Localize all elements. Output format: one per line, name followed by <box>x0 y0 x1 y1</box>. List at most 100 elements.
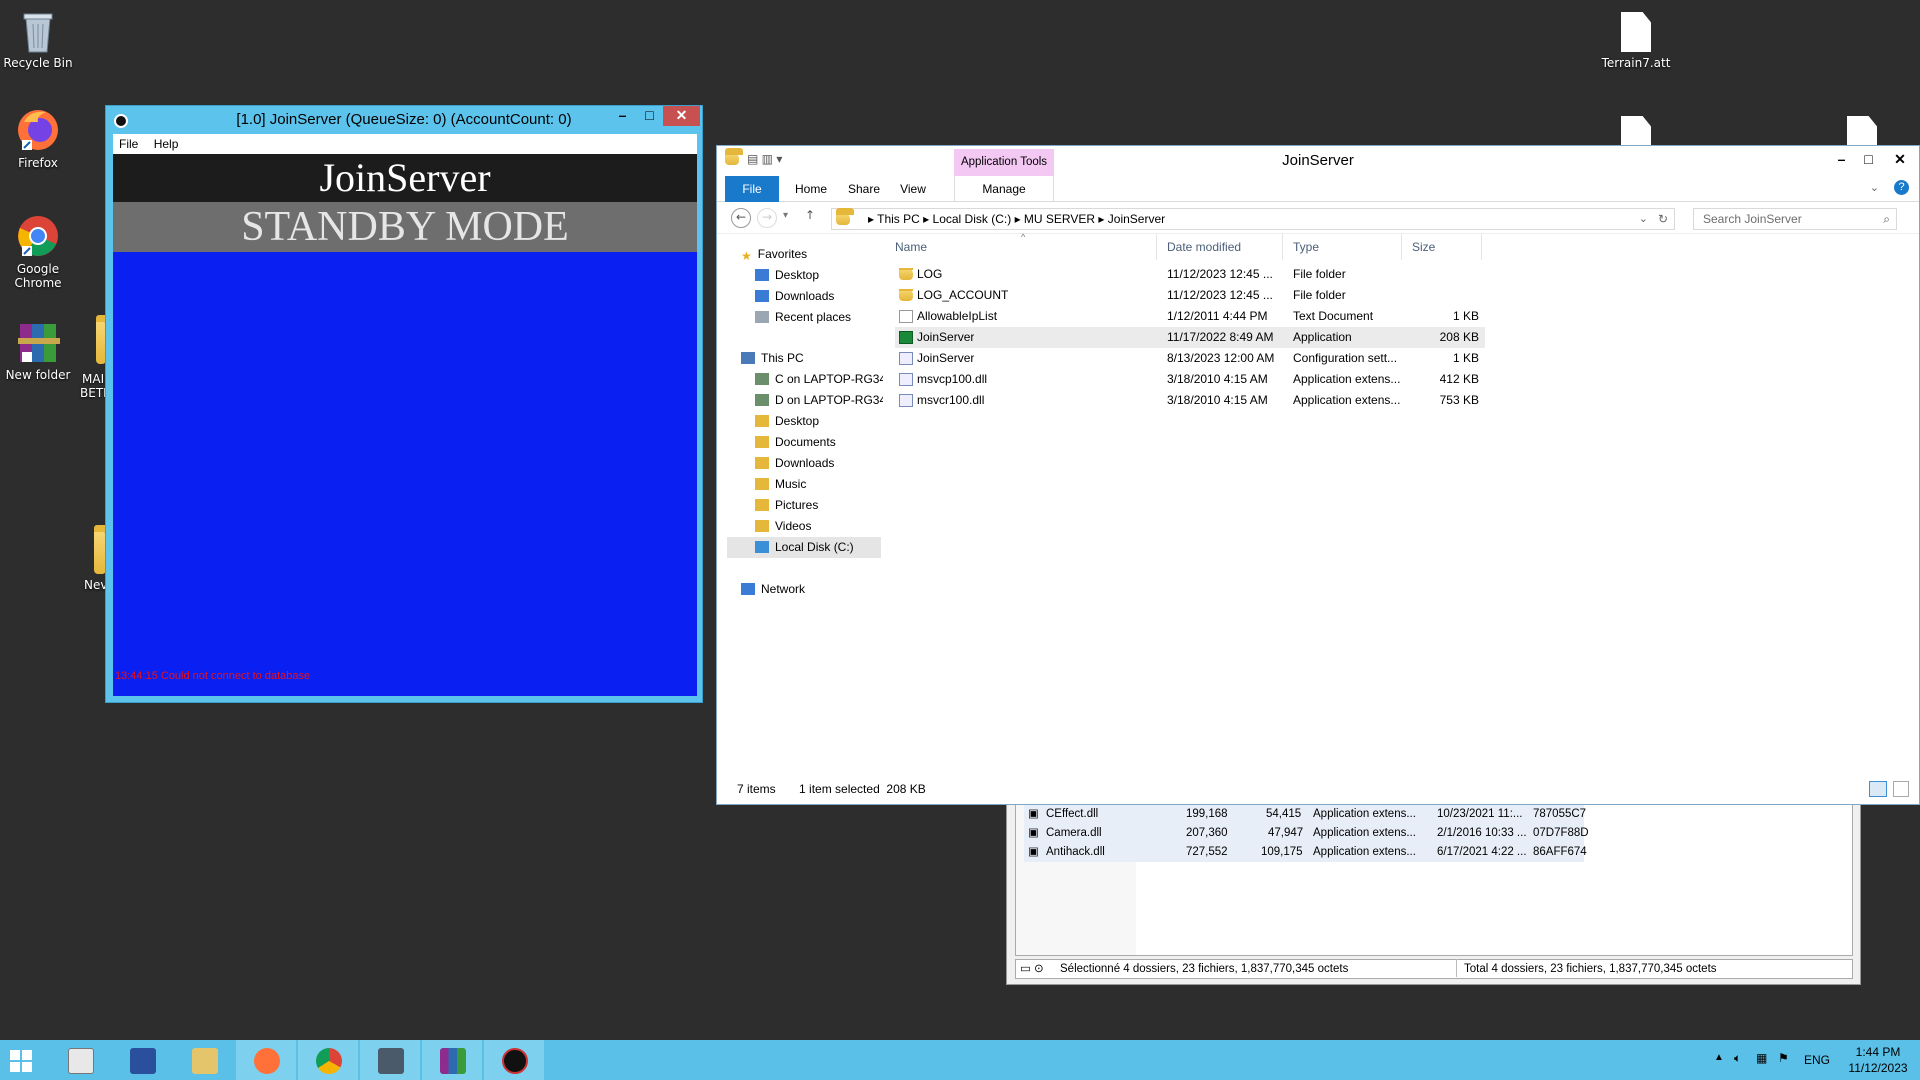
nav-item-videos[interactable]: Videos <box>755 516 811 537</box>
search-icon[interactable]: ⌕ <box>1883 209 1890 229</box>
taskbar-server-manager[interactable] <box>50 1040 110 1080</box>
folder-icon <box>755 520 769 532</box>
explorer-window[interactable]: ▤ ▥ ▾ Application Tools JoinServer – □ ✕… <box>716 145 1920 805</box>
desktop-icon-recycle-bin[interactable]: Recycle Bin <box>0 8 76 70</box>
table-row[interactable]: ▣ CEffect.dll 199,168 54,415 Application… <box>1024 805 1587 824</box>
menu-help[interactable]: Help <box>154 137 179 151</box>
details-view-icon[interactable] <box>1869 781 1887 797</box>
back-button[interactable]: ← <box>731 208 751 228</box>
help-icon[interactable]: ? <box>1894 180 1909 195</box>
taskbar-powershell[interactable] <box>112 1040 172 1080</box>
taskbar-app-package[interactable] <box>360 1040 420 1080</box>
recent-locations-icon[interactable]: ▾ <box>783 210 788 221</box>
volume-icon[interactable]: 🔈︎ <box>1734 1051 1741 1066</box>
desktop-icon-chrome[interactable]: Google Chrome <box>0 214 76 290</box>
archive-file-list[interactable]: ▣ CEffect.dll 199,168 54,415 Application… <box>1015 804 1853 956</box>
window-title: JoinServer <box>1282 152 1354 169</box>
nav-item-desktop-pc[interactable]: Desktop <box>755 411 819 432</box>
file-row[interactable]: LOG_ACCOUNT 11/12/2023 12:45 ... File fo… <box>895 285 1485 306</box>
tab-home[interactable]: Home <box>787 176 835 202</box>
breadcrumb-sep: ▸ <box>923 212 933 226</box>
tray-expand-icon[interactable]: ▲ <box>1714 1052 1724 1063</box>
forward-button[interactable]: → <box>757 208 777 228</box>
window-titlebar[interactable]: [1.0] JoinServer (QueueSize: 0) (Account… <box>106 106 702 134</box>
file-row-selected[interactable]: JoinServer 11/17/2022 8:49 AM Applicatio… <box>895 327 1485 348</box>
cell-crc: 787055C7 <box>1533 808 1587 820</box>
file-explorer-icon <box>192 1048 218 1074</box>
nav-item-recent-places[interactable]: Recent places <box>755 307 851 328</box>
table-row[interactable]: ▣ Antihack.dll 727,552 109,175 Applicati… <box>1024 843 1587 862</box>
nav-item-network-drive-c[interactable]: C on LAPTOP-RG34I <box>755 369 883 390</box>
nav-item-documents[interactable]: Documents <box>755 432 836 453</box>
file-row[interactable]: msvcr100.dll 3/18/2010 4:15 AM Applicati… <box>895 390 1485 411</box>
window-titlebar[interactable]: ▤ ▥ ▾ Application Tools JoinServer – □ ✕ <box>717 146 1919 176</box>
column-header-type[interactable]: Type <box>1283 234 1402 260</box>
clock[interactable]: 1:44 PM 11/12/2023 <box>1846 1044 1910 1076</box>
nav-item-network-drive-d[interactable]: D on LAPTOP-RG34I <box>755 390 883 411</box>
table-row[interactable]: ▣ Camera.dll 207,360 47,947 Application … <box>1024 824 1589 843</box>
background-archive-window[interactable]: ▣ CEffect.dll 199,168 54,415 Application… <box>1006 795 1861 985</box>
nav-item-downloads-pc[interactable]: Downloads <box>755 453 834 474</box>
tab-manage[interactable]: Manage <box>954 176 1054 202</box>
tab-share[interactable]: Share <box>842 176 886 202</box>
file-row[interactable]: LOG 11/12/2023 12:45 ... File folder <box>895 264 1485 285</box>
desktop-icon-firefox[interactable]: Firefox <box>0 108 76 170</box>
desktop-icon-new-folder[interactable]: New folder <box>0 320 76 382</box>
system-tray: ▲ 🔈︎ ▦ ⚑ ENG 1:44 PM 11/12/2023 <box>1700 1040 1920 1080</box>
menu-file[interactable]: File <box>119 137 138 151</box>
taskbar-file-explorer[interactable] <box>174 1040 234 1080</box>
server-name-banner: JoinServer <box>113 154 697 202</box>
maximize-button[interactable]: □ <box>636 106 663 126</box>
minimize-button[interactable]: – <box>609 106 636 126</box>
large-icons-view-icon[interactable] <box>1893 781 1909 797</box>
cell-name: Camera.dll <box>1046 827 1102 839</box>
network-drive-icon <box>755 394 769 406</box>
joinserver-window[interactable]: [1.0] JoinServer (QueueSize: 0) (Account… <box>105 105 703 703</box>
address-bar[interactable]: ▸ This PC ▸ Local Disk (C:) ▸ MU SERVER … <box>831 208 1675 230</box>
breadcrumb-local-disk[interactable]: Local Disk (C:) <box>933 212 1012 226</box>
taskbar-chrome[interactable] <box>298 1040 358 1080</box>
nav-label: Local Disk (C:) <box>775 540 854 554</box>
file-row[interactable]: JoinServer 8/13/2023 12:00 AM Configurat… <box>895 348 1485 369</box>
nav-item-local-disk[interactable]: Local Disk (C:) <box>727 537 881 558</box>
search-placeholder: Search JoinServer <box>1703 212 1802 226</box>
nav-network[interactable]: Network <box>741 579 805 600</box>
tab-file[interactable]: File <box>725 176 779 202</box>
column-header-size[interactable]: Size <box>1402 234 1482 260</box>
status-total: Total 4 dossiers, 23 fichiers, 1,837,770… <box>1464 963 1717 975</box>
file-row[interactable]: AllowableIpList 1/12/2011 4:44 PM Text D… <box>895 306 1485 327</box>
nav-item-downloads[interactable]: Downloads <box>755 286 834 307</box>
desktop-icon-terrain7[interactable]: Terrain7.att <box>1596 12 1676 70</box>
cell-size: 199,168 <box>1186 808 1228 820</box>
nav-this-pc[interactable]: This PC <box>741 348 804 369</box>
search-input[interactable]: Search JoinServer ⌕ <box>1693 208 1897 230</box>
ribbon-expand-icon[interactable]: ⌄ <box>1870 181 1879 194</box>
action-center-icon[interactable]: ⚑ <box>1778 1051 1789 1065</box>
start-button[interactable] <box>0 1040 48 1080</box>
breadcrumb-this-pc[interactable]: This PC <box>877 212 920 226</box>
close-button[interactable]: ✕ <box>663 106 700 126</box>
breadcrumb-joinserver[interactable]: JoinServer <box>1108 212 1165 226</box>
nav-favorites[interactable]: ★ Favorites <box>741 244 807 265</box>
tab-view[interactable]: View <box>893 176 933 202</box>
nav-item-pictures[interactable]: Pictures <box>755 495 818 516</box>
taskbar-firefox[interactable] <box>236 1040 296 1080</box>
nav-item-music[interactable]: Music <box>755 474 806 495</box>
taskbar-muserver-app[interactable] <box>484 1040 544 1080</box>
minimize-button[interactable]: – <box>1828 150 1855 170</box>
close-button[interactable]: ✕ <box>1883 150 1917 170</box>
breadcrumb-mu-server[interactable]: MU SERVER <box>1024 212 1095 226</box>
nav-item-desktop[interactable]: Desktop <box>755 265 819 286</box>
mode-banner: STANDBY MODE <box>113 202 697 252</box>
refresh-icon[interactable]: ↻ <box>1658 209 1668 229</box>
address-dropdown-icon[interactable]: ⌄ <box>1639 209 1648 229</box>
taskbar-winrar[interactable] <box>422 1040 482 1080</box>
column-header-name[interactable]: Name ^ <box>885 232 1157 260</box>
network-tray-icon[interactable]: ▦ <box>1756 1051 1767 1065</box>
file-row[interactable]: msvcp100.dll 3/18/2010 4:15 AM Applicati… <box>895 369 1485 390</box>
column-header-date[interactable]: Date modified <box>1157 234 1283 260</box>
up-button[interactable]: ↑ <box>805 208 815 222</box>
input-language[interactable]: ENG <box>1804 1053 1830 1067</box>
maximize-button[interactable]: □ <box>1855 150 1882 170</box>
windows-logo-icon <box>10 1050 32 1072</box>
